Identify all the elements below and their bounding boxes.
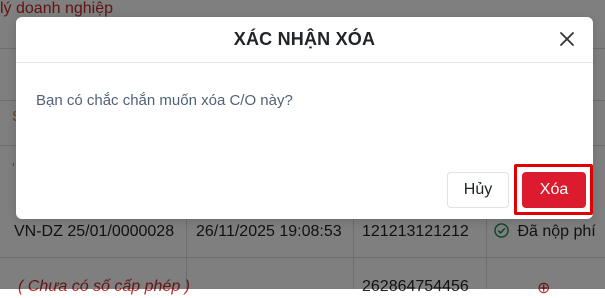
dialog-title: XÁC NHẬN XÓA <box>233 29 376 49</box>
dialog-header: XÁC NHẬN XÓA <box>16 17 593 63</box>
close-icon[interactable] <box>555 27 579 51</box>
dialog-message: Bạn có chắc chắn muốn xóa C/O này? <box>36 92 293 109</box>
confirm-delete-dialog: XÁC NHẬN XÓA Bạn có chắc chắn muốn xóa C… <box>16 17 593 219</box>
delete-button[interactable]: Xóa <box>522 172 586 208</box>
cancel-button[interactable]: Hủy <box>447 172 509 208</box>
